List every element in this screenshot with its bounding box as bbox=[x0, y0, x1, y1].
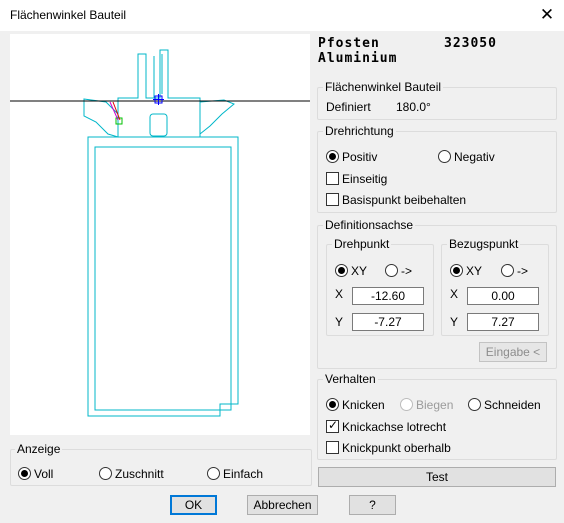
voll-radio[interactable] bbox=[18, 467, 31, 480]
bezugspunkt-xy-label[interactable]: XY bbox=[466, 264, 482, 278]
abbrechen-button[interactable]: Abbrechen bbox=[247, 495, 318, 515]
drehpunkt-xy-radio[interactable] bbox=[335, 264, 348, 277]
bezugspunkt-arrow-radio[interactable] bbox=[501, 264, 514, 277]
bezugspunkt-y-label: Y bbox=[450, 315, 459, 329]
einfach-radio[interactable] bbox=[207, 467, 220, 480]
definiert-value: 180.0° bbox=[396, 100, 431, 114]
drehpunkt-x-label: X bbox=[335, 287, 344, 301]
einseitig-label[interactable]: Einseitig bbox=[342, 172, 387, 186]
knickpunkt-oberhalb-label[interactable]: Knickpunkt oberhalb bbox=[342, 441, 451, 455]
drehpunkt-xy-label[interactable]: XY bbox=[351, 264, 367, 278]
ok-button[interactable]: OK bbox=[170, 495, 217, 515]
profile-inner-chamber bbox=[94, 146, 232, 411]
negativ-label[interactable]: Negativ bbox=[454, 150, 495, 164]
profile-material: Aluminium bbox=[318, 51, 398, 66]
profile-preview-canvas[interactable] bbox=[10, 34, 310, 435]
zuschnitt-radio[interactable] bbox=[99, 467, 112, 480]
close-icon[interactable]: ✕ bbox=[534, 3, 560, 27]
einfach-label[interactable]: Einfach bbox=[223, 467, 263, 481]
drehpunkt-arrow-radio[interactable] bbox=[385, 264, 398, 277]
profile-outer-contour bbox=[87, 136, 239, 417]
profile-number: 323050 bbox=[444, 36, 497, 51]
bezugspunkt-y-input[interactable]: 7.27 bbox=[467, 313, 539, 331]
profile-slot bbox=[149, 113, 168, 137]
drehpunkt-y-label: Y bbox=[335, 315, 344, 329]
group-drehpunkt-legend: Drehpunkt bbox=[332, 237, 392, 251]
group-anzeige-legend: Anzeige bbox=[15, 442, 63, 456]
group-drehrichtung-legend: Drehrichtung bbox=[323, 124, 396, 138]
schneiden-label[interactable]: Schneiden bbox=[484, 398, 541, 412]
bezugspunkt-arrow-label[interactable]: -> bbox=[517, 264, 528, 278]
profile-right-wing bbox=[199, 99, 235, 136]
voll-label[interactable]: Voll bbox=[34, 467, 53, 481]
basispunkt-checkbox[interactable] bbox=[326, 193, 339, 206]
knicken-label[interactable]: Knicken bbox=[342, 398, 385, 412]
biegen-radio[interactable] bbox=[400, 398, 413, 411]
bezugspunkt-x-label: X bbox=[450, 287, 459, 301]
positiv-radio[interactable] bbox=[326, 150, 339, 163]
knicken-radio[interactable] bbox=[326, 398, 339, 411]
test-button[interactable]: Test bbox=[318, 467, 556, 487]
group-verhalten-legend: Verhalten bbox=[323, 372, 378, 386]
profile-fin bbox=[153, 54, 163, 98]
bezugspunkt-x-input[interactable]: 0.00 bbox=[467, 287, 539, 305]
group-definitionsachse-legend: Definitionsachse bbox=[323, 218, 416, 232]
group-flaechenwinkel-legend: Flächenwinkel Bauteil bbox=[323, 80, 444, 94]
drehpunkt-arrow-label[interactable]: -> bbox=[401, 264, 412, 278]
window-title: Flächenwinkel Bauteil bbox=[10, 8, 127, 22]
group-bezugspunkt-legend: Bezugspunkt bbox=[447, 237, 521, 251]
eingabe-button[interactable]: Eingabe < bbox=[479, 342, 547, 362]
knickachse-lotrecht-checkbox[interactable] bbox=[326, 418, 339, 433]
negativ-radio[interactable] bbox=[438, 150, 451, 163]
definiert-label: Definiert bbox=[326, 100, 371, 114]
knickachse-lotrecht-label[interactable]: Knickachse lotrecht bbox=[342, 420, 446, 434]
drehpunkt-x-input[interactable]: -12.60 bbox=[352, 287, 424, 305]
basispunkt-label[interactable]: Basispunkt beibehalten bbox=[342, 193, 466, 207]
profile-left-wing bbox=[83, 98, 119, 138]
knickpunkt-oberhalb-checkbox[interactable] bbox=[326, 441, 339, 454]
drehpunkt-y-input[interactable]: -7.27 bbox=[352, 313, 424, 331]
positiv-label[interactable]: Positiv bbox=[342, 150, 377, 164]
help-button[interactable]: ? bbox=[349, 495, 396, 515]
biegen-label[interactable]: Biegen bbox=[416, 398, 453, 412]
zuschnitt-label[interactable]: Zuschnitt bbox=[115, 467, 164, 481]
profile-drawing bbox=[10, 49, 310, 417]
schneiden-radio[interactable] bbox=[468, 398, 481, 411]
einseitig-checkbox[interactable] bbox=[326, 172, 339, 185]
profile-connector bbox=[117, 49, 201, 138]
profile-name: Pfosten bbox=[318, 36, 380, 51]
green-marker bbox=[115, 117, 123, 125]
bezugspunkt-xy-radio[interactable] bbox=[450, 264, 463, 277]
